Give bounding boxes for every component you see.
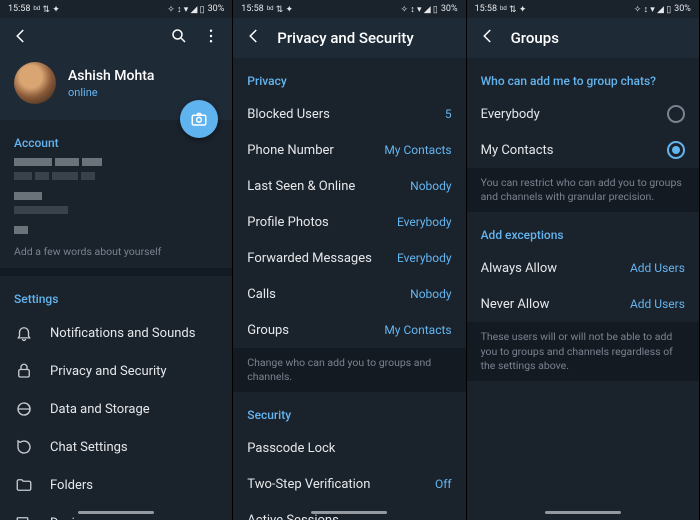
item-folders[interactable]: Folders	[0, 466, 232, 504]
row-twostep[interactable]: Two-Step VerificationOff	[233, 466, 465, 502]
section-whocanadd: Who can add me to group chats?	[467, 58, 699, 96]
redacted-info	[0, 226, 232, 243]
bell-icon	[14, 324, 34, 342]
avatar[interactable]	[14, 62, 56, 104]
chat-icon	[14, 438, 34, 456]
radio-icon	[667, 141, 685, 159]
lock-icon	[14, 362, 34, 380]
status-bar: 15:58ᵇᵈ ⇅ ✦ ✧ ↕ ▾ ◢ ▯30%	[233, 0, 465, 18]
redacted-info	[0, 192, 232, 220]
privacy-scroll[interactable]: Privacy Blocked Users5 Phone NumberMy Co…	[233, 58, 465, 520]
back-icon[interactable]	[245, 27, 263, 49]
back-icon[interactable]	[12, 27, 30, 49]
row-calls[interactable]: CallsNobody	[233, 276, 465, 312]
appbar: Privacy and Security	[233, 18, 465, 58]
search-icon[interactable]	[170, 27, 188, 49]
opt-everybody[interactable]: Everybody	[467, 96, 699, 132]
section-privacy: Privacy	[233, 58, 465, 96]
page-title: Groups	[511, 29, 559, 47]
settings-scroll[interactable]: Account Add a few words about yourself S…	[0, 120, 232, 520]
hint-exceptions: These users will or will not be able to …	[467, 322, 699, 381]
section-settings: Settings	[0, 276, 232, 314]
profile-name: Ashish Mohta	[68, 68, 154, 84]
item-notifications[interactable]: Notifications and Sounds	[0, 314, 232, 352]
section-exceptions: Add exceptions	[467, 212, 699, 250]
item-privacy[interactable]: Privacy and Security	[0, 352, 232, 390]
hint-groups: Change who can add you to groups and cha…	[233, 348, 465, 392]
status-bar: 15:58ᵇᵈ ⇅ ✦ ✧ ↕ ▾ ◢ ▯30%	[467, 0, 699, 18]
more-icon[interactable]	[202, 27, 220, 49]
appbar: Groups	[467, 18, 699, 58]
row-groups[interactable]: GroupsMy Contacts	[233, 312, 465, 348]
row-phone[interactable]: Phone NumberMy Contacts	[233, 132, 465, 168]
row-never[interactable]: Never AllowAdd Users	[467, 286, 699, 322]
data-icon	[14, 400, 34, 418]
item-data[interactable]: Data and Storage	[0, 390, 232, 428]
row-lastseen[interactable]: Last Seen & OnlineNobody	[233, 168, 465, 204]
row-always[interactable]: Always AllowAdd Users	[467, 250, 699, 286]
redacted-info	[0, 158, 232, 186]
profile-status: online	[68, 86, 154, 99]
groups-scroll[interactable]: Who can add me to group chats? Everybody…	[467, 58, 699, 520]
row-passcode[interactable]: Passcode Lock	[233, 430, 465, 466]
hint-restrict: You can restrict who can add you to grou…	[467, 168, 699, 212]
appbar	[0, 18, 232, 58]
status-bar: 15:58ᵇᵈ ⇅ ✦ ✧ ↕ ▾ ◢ ▯30%	[0, 0, 232, 18]
profile-header: Ashish Mohta online	[0, 58, 232, 120]
item-chat[interactable]: Chat Settings	[0, 428, 232, 466]
section-security: Security	[233, 392, 465, 430]
nav-pill	[78, 511, 154, 514]
bio-placeholder[interactable]: Add a few words about yourself	[0, 243, 232, 268]
nav-pill	[545, 511, 621, 514]
radio-icon	[667, 105, 685, 123]
nav-pill	[311, 511, 387, 514]
back-icon[interactable]	[479, 27, 497, 49]
row-blocked[interactable]: Blocked Users5	[233, 96, 465, 132]
folder-icon	[14, 476, 34, 494]
row-forwarded[interactable]: Forwarded MessagesEverybody	[233, 240, 465, 276]
devices-icon	[14, 514, 34, 520]
row-photos[interactable]: Profile PhotosEverybody	[233, 204, 465, 240]
page-title: Privacy and Security	[277, 29, 413, 47]
divider	[0, 268, 232, 276]
opt-mycontacts[interactable]: My Contacts	[467, 132, 699, 168]
